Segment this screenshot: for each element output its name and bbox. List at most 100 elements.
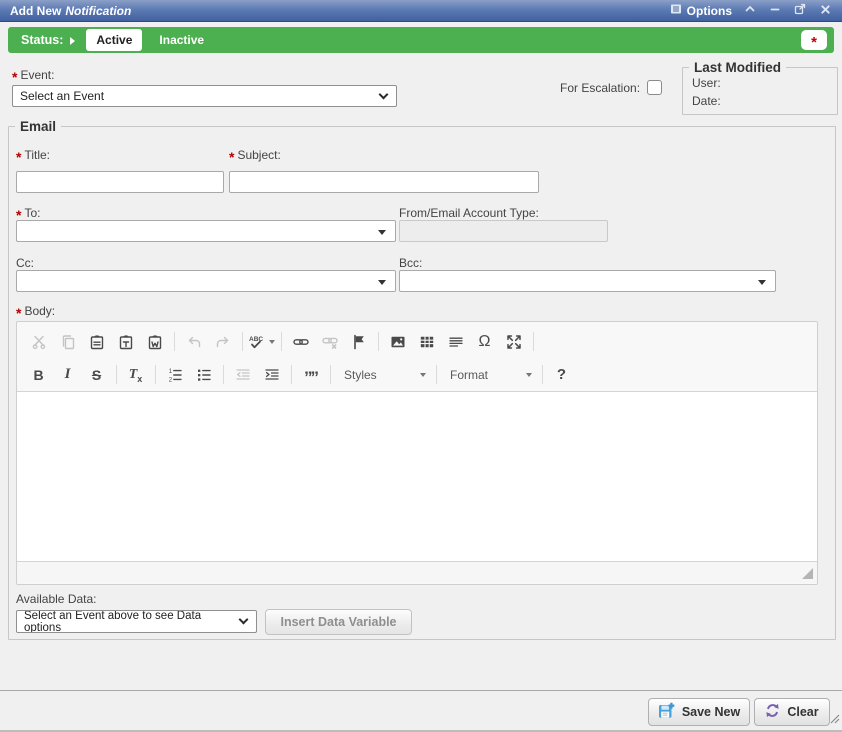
chevron-down-icon [239,615,249,625]
anchor-icon [351,334,367,350]
available-data-select-value: Select an Event above to see Data option… [24,610,232,633]
chevron-up-icon [744,3,756,18]
unlink-button[interactable] [317,329,342,354]
bcc-combobox[interactable] [399,270,776,292]
special-char-button[interactable]: Ω [472,329,497,354]
to-combobox[interactable] [16,220,396,242]
horizontal-rule-button[interactable] [443,329,468,354]
status-active-toggle[interactable]: Active [86,29,142,51]
special-char-icon: Ω [479,334,491,350]
cc-combobox[interactable] [16,270,396,292]
available-data-label: Available Data: [16,592,97,606]
cc-label-text: Cc: [16,256,34,270]
blockquote-button[interactable]: ”” [298,362,323,387]
close-button[interactable] [818,4,832,18]
title-prefix: Add New [10,4,61,18]
styles-combo-label: Styles [344,368,377,382]
styles-combo[interactable]: Styles [339,362,431,387]
strikethrough-button[interactable]: S [84,362,109,387]
bulleted-list-icon [196,367,212,383]
status-label: Status: [21,33,63,47]
event-label: * Event: [12,68,54,82]
maximize-button[interactable] [501,329,526,354]
indent-button[interactable] [259,362,284,387]
anchor-button[interactable] [346,329,371,354]
escalation-checkbox[interactable] [647,80,662,95]
toolbar-separator [542,365,543,384]
blockquote-icon: ”” [304,371,317,379]
redo-button[interactable] [210,329,235,354]
title-input[interactable] [16,171,224,193]
undo-icon [186,334,202,350]
available-data-label-text: Available Data: [16,592,97,606]
bulleted-list-button[interactable] [191,362,216,387]
copy-button[interactable] [55,329,80,354]
options-button[interactable]: Options [670,3,732,18]
window-resize-handle[interactable] [828,711,840,729]
about-button[interactable]: ? [549,362,574,387]
event-select-value: Select an Event [20,89,104,103]
image-button[interactable] [385,329,410,354]
spellcheck-button[interactable]: ABC [249,329,274,354]
italic-icon: I [65,367,71,382]
minimize-button[interactable] [768,4,782,18]
refresh-icon [765,703,780,721]
numbered-list-button[interactable]: 12 [162,362,187,387]
to-label-text: To: [24,206,40,220]
undo-button[interactable] [181,329,206,354]
popout-button[interactable] [793,4,807,18]
remove-format-button[interactable]: Tx [123,362,148,387]
paste-button[interactable] [84,329,109,354]
list-icon [670,3,682,18]
toolbar-separator [155,365,156,384]
required-legend-button[interactable]: * [801,30,827,50]
svg-text:1: 1 [168,368,172,374]
collapse-button[interactable] [743,4,757,18]
event-label-text: Event: [20,68,54,82]
editor-resize-handle[interactable] [802,568,813,579]
subject-input[interactable] [229,171,539,193]
toolbar-separator [116,365,117,384]
toolbar-separator [533,332,534,351]
horizontal-rule-icon [448,334,464,350]
toolbar-separator [330,365,331,384]
format-combo-label: Format [450,368,488,382]
cut-icon [31,334,47,350]
event-select[interactable]: Select an Event [12,85,397,107]
strikethrough-icon: S [92,368,101,382]
editor-content-area[interactable] [17,391,817,561]
title-emphasis: Notification [65,4,131,18]
popout-icon [794,3,806,18]
insert-data-variable-button[interactable]: Insert Data Variable [265,609,412,635]
toolbar-separator [174,332,175,351]
editor-toolbar-row1: ABC Ω [17,325,817,358]
paste-text-button[interactable] [113,329,138,354]
cut-button[interactable] [26,329,51,354]
last-modified-legend: Last Modified [689,60,786,75]
toolbar-separator [223,365,224,384]
body-richtext-editor: ABCΩ BISTx12””StylesFormat? [16,321,818,585]
email-legend: Email [15,119,61,134]
format-combo[interactable]: Format [445,362,537,387]
bcc-label-text: Bcc: [399,256,422,270]
paste-icon [89,334,105,350]
save-new-button[interactable]: Save New [648,698,750,726]
italic-button[interactable]: I [55,362,80,387]
link-button[interactable] [288,329,313,354]
available-data-select[interactable]: Select an Event above to see Data option… [16,610,257,633]
caret-down-icon [526,373,532,377]
about-icon: ? [557,367,566,382]
outdent-button[interactable] [230,362,255,387]
last-modified-user-label: User: [692,76,837,90]
toolbar-separator [242,332,243,351]
table-button[interactable] [414,329,439,354]
bold-button[interactable]: B [26,362,51,387]
status-inactive-toggle[interactable]: Inactive [159,33,204,47]
triangle-down-icon [378,280,386,285]
svg-text:2: 2 [168,377,172,382]
clear-button[interactable]: Clear [754,698,830,726]
paste-word-button[interactable] [142,329,167,354]
cc-label: Cc: [16,256,34,270]
table-icon [419,334,435,350]
escalation-row: For Escalation: [560,80,662,95]
